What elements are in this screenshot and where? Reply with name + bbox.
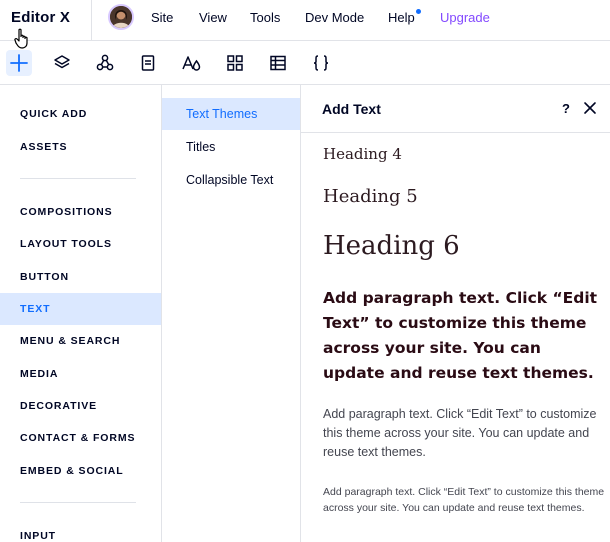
components-button[interactable] xyxy=(92,50,118,76)
divider xyxy=(20,502,136,503)
category-compositions[interactable]: COMPOSITIONS xyxy=(0,196,161,228)
text-styles-button[interactable] xyxy=(178,50,204,76)
pages-icon xyxy=(141,55,155,71)
table-button[interactable] xyxy=(265,50,291,76)
upgrade-link[interactable]: Upgrade xyxy=(440,10,490,25)
category-assets[interactable]: ASSETS xyxy=(0,131,161,163)
panel-title: Add Text xyxy=(322,101,381,117)
add-panel-categories: QUICK ADD ASSETS COMPOSITIONS LAYOUT TOO… xyxy=(0,85,162,542)
pages-button[interactable] xyxy=(135,50,161,76)
category-menu-search[interactable]: MENU & SEARCH xyxy=(0,325,161,357)
code-braces-icon xyxy=(313,55,329,71)
menu-help[interactable]: Help xyxy=(388,10,415,25)
code-button[interactable] xyxy=(308,50,334,76)
layers-button[interactable] xyxy=(49,50,75,76)
help-button[interactable]: ? xyxy=(562,101,570,116)
category-decorative[interactable]: DECORATIVE xyxy=(0,390,161,422)
subcategory-text-themes[interactable]: Text Themes xyxy=(162,98,300,130)
subcategory-collapsible-text[interactable]: Collapsible Text xyxy=(162,164,300,196)
components-icon xyxy=(96,54,114,71)
category-button[interactable]: BUTTON xyxy=(0,261,161,293)
add-icon xyxy=(10,54,28,72)
apps-button[interactable] xyxy=(222,50,248,76)
notification-dot xyxy=(416,9,421,14)
apps-icon xyxy=(227,55,243,71)
heading-4-preset[interactable]: Heading 4 xyxy=(323,145,402,163)
category-layout-tools[interactable]: LAYOUT TOOLS xyxy=(0,228,161,260)
menu-view[interactable]: View xyxy=(199,10,227,25)
category-embed-social[interactable]: EMBED & SOCIAL xyxy=(0,455,161,487)
toolbar xyxy=(0,41,610,85)
heading-6-preset[interactable]: Heading 6 xyxy=(323,231,460,261)
hand-cursor-icon xyxy=(14,28,28,49)
text-subcategories: Text Themes Titles Collapsible Text xyxy=(162,85,301,542)
close-icon[interactable] xyxy=(582,100,598,116)
top-bar: Editor X Site View Tools Dev Mode Help U… xyxy=(0,0,610,41)
avatar-image xyxy=(110,6,132,28)
panel-header: Add Text ? xyxy=(301,85,610,133)
avatar[interactable] xyxy=(108,4,134,30)
category-quick-add[interactable]: QUICK ADD xyxy=(0,98,161,130)
subcategory-titles[interactable]: Titles xyxy=(162,131,300,163)
menu-site[interactable]: Site xyxy=(151,10,173,25)
divider xyxy=(91,0,92,40)
table-icon xyxy=(270,55,286,71)
paragraph-2-preset[interactable]: Add paragraph text. Click “Edit Text” to… xyxy=(323,405,603,462)
category-contact-forms[interactable]: CONTACT & FORMS xyxy=(0,422,161,454)
menu-tools[interactable]: Tools xyxy=(250,10,280,25)
menu-dev-mode[interactable]: Dev Mode xyxy=(305,10,364,25)
category-text[interactable]: TEXT xyxy=(0,293,161,325)
text-styles-icon xyxy=(182,56,201,71)
paragraph-1-preset[interactable]: Add paragraph text. Click “Edit Text” to… xyxy=(323,286,603,386)
category-input[interactable]: INPUT xyxy=(0,520,161,542)
divider xyxy=(20,178,136,179)
paragraph-3-preset[interactable]: Add paragraph text. Click “Edit Text” to… xyxy=(323,485,607,516)
editor-logo[interactable]: Editor X xyxy=(11,9,70,26)
add-text-panel: Add Text ? Heading 4 Heading 5 Heading 6… xyxy=(301,85,610,542)
category-media[interactable]: MEDIA xyxy=(0,358,161,390)
layers-icon xyxy=(54,55,70,69)
add-button[interactable] xyxy=(6,50,32,76)
heading-5-preset[interactable]: Heading 5 xyxy=(323,186,418,207)
